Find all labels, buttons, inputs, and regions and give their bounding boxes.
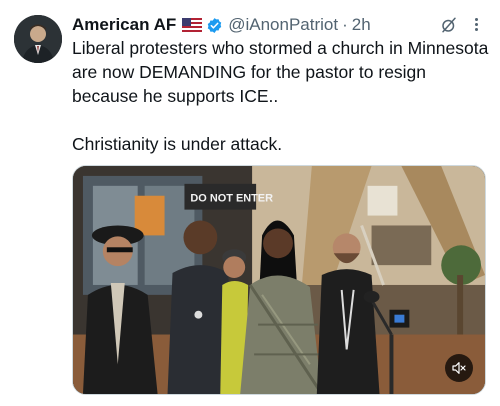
tweet-paragraph: Liberal protesters who stormed a church … (72, 38, 489, 106)
author-display-name[interactable]: American AF (72, 15, 176, 35)
grok-icon[interactable] (440, 16, 458, 34)
tweet-paragraph: Christianity is under attack. (72, 134, 283, 154)
muted-volume-icon (452, 362, 466, 374)
avatar[interactable] (14, 15, 62, 63)
tweet-body: Liberal protesters who stormed a church … (72, 36, 492, 156)
more-options-icon[interactable] (466, 14, 486, 34)
tweet-header: American AF @iAnonPatriot · 2h (72, 12, 488, 38)
verified-badge-icon[interactable] (206, 17, 223, 34)
tweet-video[interactable]: DO NOT ENTER (72, 165, 486, 395)
avatar-image (14, 15, 62, 63)
video-frame: DO NOT ENTER (73, 166, 485, 394)
sign-text: DO NOT ENTER (190, 193, 273, 205)
post-time[interactable]: 2h (352, 15, 371, 35)
separator-dot: · (342, 15, 348, 34)
author-handle[interactable]: @iAnonPatriot (228, 15, 338, 35)
us-flag-icon (182, 18, 203, 32)
mute-button[interactable] (445, 354, 473, 382)
